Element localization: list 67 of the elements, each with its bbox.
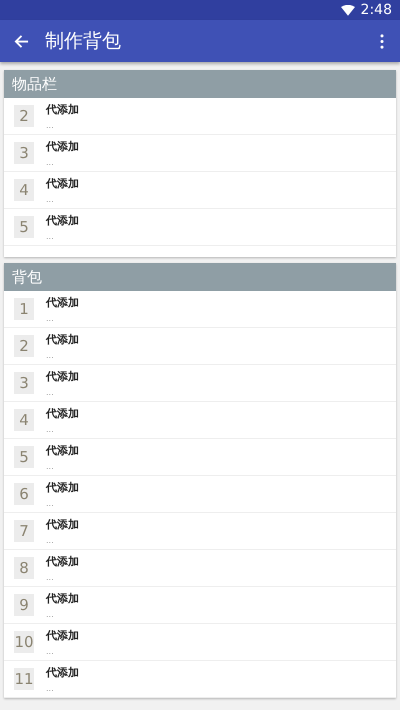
slot-number: 3 [14, 372, 34, 394]
item-subtitle: ... [46, 232, 55, 241]
clock-time: 2:48 [360, 2, 392, 18]
list-item[interactable]: 9 代添加 ... [4, 587, 396, 624]
item-subtitle: ... [46, 684, 55, 693]
item-subtitle: ... [46, 647, 55, 656]
item-title: 代添加 [46, 213, 79, 228]
slot-number: 6 [14, 483, 34, 505]
list-item[interactable]: 2 代添加 ... [4, 98, 396, 135]
list-item[interactable]: 5 代添加 ... [4, 209, 396, 246]
slot-number: 11 [14, 668, 34, 690]
list-item[interactable]: 2 代添加 ... [4, 328, 396, 365]
slot-number: 1 [14, 298, 34, 320]
item-subtitle: ... [46, 462, 55, 471]
item-title: 代添加 [46, 591, 79, 606]
list-item[interactable]: 11 代添加 ... [4, 661, 396, 698]
slot-number: 5 [14, 446, 34, 468]
item-title: 代添加 [46, 628, 79, 643]
item-title: 代添加 [46, 517, 79, 532]
item-subtitle: ... [46, 536, 55, 545]
item-subtitle: ... [46, 610, 55, 619]
slot-number: 2 [14, 335, 34, 357]
item-subtitle: ... [46, 314, 55, 323]
item-subtitle: ... [46, 425, 55, 434]
item-title: 代添加 [46, 332, 79, 347]
item-subtitle: ... [46, 499, 55, 508]
item-title: 代添加 [46, 295, 79, 310]
list-item[interactable]: 4 代添加 ... [4, 402, 396, 439]
slot-number: 5 [14, 216, 34, 238]
list-item[interactable]: 3 代添加 ... [4, 135, 396, 172]
list-item[interactable]: 5 代添加 ... [4, 439, 396, 476]
item-title: 代添加 [46, 139, 79, 154]
item-subtitle: ... [46, 573, 55, 582]
item-title: 代添加 [46, 665, 79, 680]
slot-number: 2 [14, 105, 34, 127]
slot-number: 9 [14, 594, 34, 616]
back-arrow-icon[interactable] [14, 34, 29, 48]
slot-number: 4 [14, 179, 34, 201]
section-header: 背包 [4, 263, 396, 291]
item-title: 代添加 [46, 369, 79, 384]
list-item[interactable]: 10 代添加 ... [4, 624, 396, 661]
list-item[interactable]: 4 代添加 ... [4, 172, 396, 209]
item-title: 代添加 [46, 406, 79, 421]
item-title: 代添加 [46, 102, 79, 117]
list-item[interactable]: 7 代添加 ... [4, 513, 396, 550]
list-item[interactable]: 3 代添加 ... [4, 365, 396, 402]
item-subtitle: ... [46, 158, 55, 167]
screen-title: 制作背包 [45, 29, 122, 54]
item-title: 代添加 [46, 554, 79, 569]
item-subtitle: ... [46, 121, 55, 130]
wifi-icon [340, 4, 355, 16]
item-subtitle: ... [46, 388, 55, 397]
item-title: 代添加 [46, 443, 79, 458]
slot-number: 4 [14, 409, 34, 431]
item-title: 代添加 [46, 176, 79, 191]
list-item[interactable]: 1 代添加 ... [4, 291, 396, 328]
item-subtitle: ... [46, 195, 55, 204]
slot-number: 8 [14, 557, 34, 579]
section-header: 物品栏 [4, 70, 396, 98]
list-item[interactable]: 6 代添加 ... [4, 476, 396, 513]
slot-number: 7 [14, 520, 34, 542]
item-subtitle: ... [46, 351, 55, 360]
item-title: 代添加 [46, 480, 79, 495]
slot-number: 10 [14, 631, 34, 653]
list-item[interactable]: 8 代添加 ... [4, 550, 396, 587]
more-options-icon[interactable] [380, 34, 384, 48]
slot-number: 3 [14, 142, 34, 164]
